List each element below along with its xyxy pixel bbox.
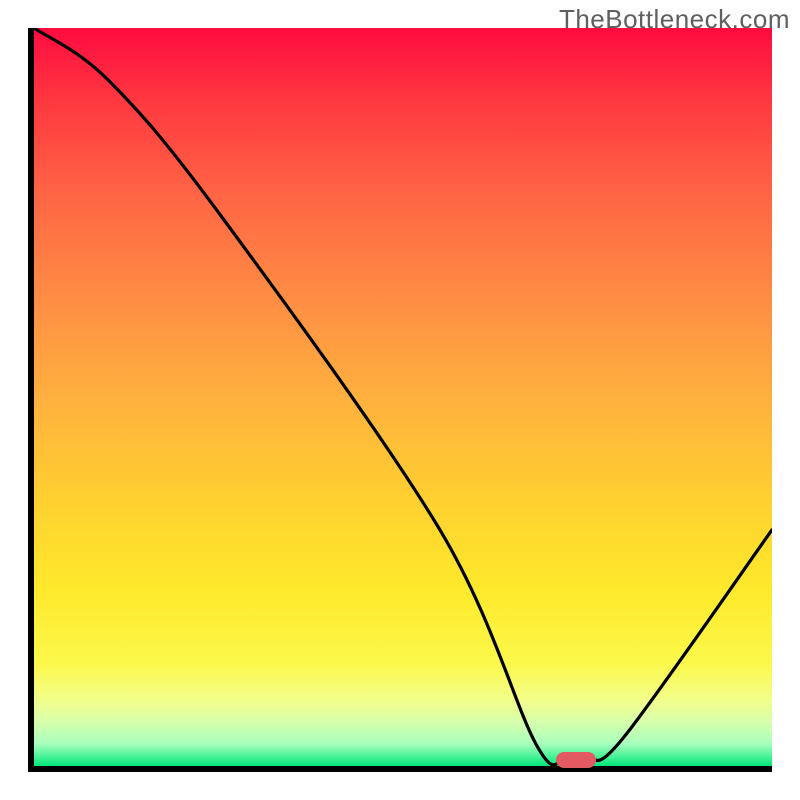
bottleneck-curve-path xyxy=(34,28,772,765)
plot-area xyxy=(28,28,772,772)
curve-svg xyxy=(34,28,772,766)
watermark-text: TheBottleneck.com xyxy=(559,4,790,35)
optimal-point-marker xyxy=(556,752,596,768)
bottleneck-chart: TheBottleneck.com xyxy=(0,0,800,800)
